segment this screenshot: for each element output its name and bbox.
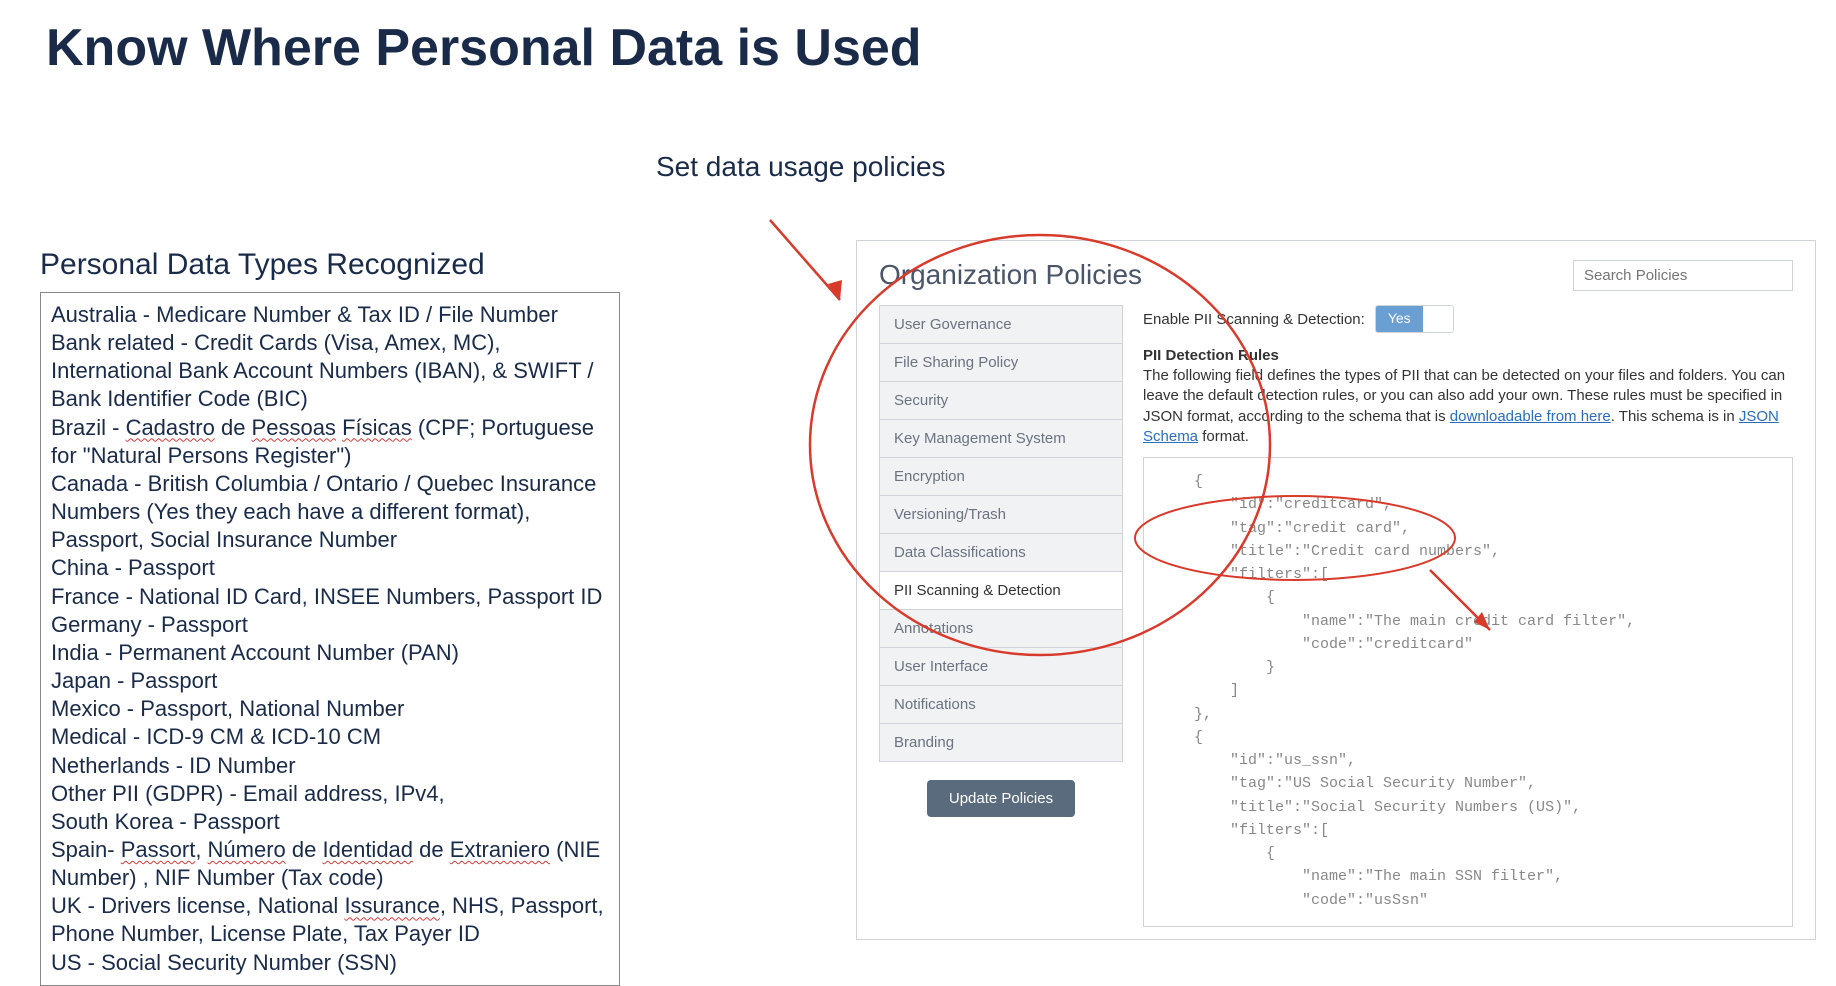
callout-policies: Set data usage policies [656, 150, 946, 184]
json-rules-textarea[interactable]: { "id":"creditcard", "tag":"credit card"… [1143, 457, 1793, 927]
data-type-item: Spain- Passort, Número de Identidad de E… [51, 836, 609, 892]
data-type-item: Brazil - Cadastro de Pessoas Físicas (CP… [51, 414, 609, 470]
enable-row: Enable PII Scanning & Detection: Yes [1143, 305, 1793, 333]
data-type-item: Japan - Passport [51, 667, 609, 695]
left-column: Personal Data Types Recognized Australia… [40, 248, 620, 986]
data-type-item: China - Passport [51, 554, 609, 582]
sidebar-item-data-classifications[interactable]: Data Classifications [879, 533, 1123, 571]
data-type-item: France - National ID Card, INSEE Numbers… [51, 583, 609, 611]
data-type-item: US - Social Security Number (SSN) [51, 949, 609, 977]
data-type-item: Other PII (GDPR) - Email address, IPv4, [51, 780, 609, 808]
panel-body: User GovernanceFile Sharing PolicySecuri… [879, 305, 1793, 927]
sidebar-item-user-governance[interactable]: User Governance [879, 305, 1123, 343]
panel-header: Organization Policies [879, 259, 1793, 291]
data-type-item: Bank related - Credit Cards (Visa, Amex,… [51, 329, 609, 413]
data-type-item: Australia - Medicare Number & Tax ID / F… [51, 301, 609, 329]
toggle-blank [1423, 306, 1453, 332]
sidebar-item-user-interface[interactable]: User Interface [879, 647, 1123, 685]
data-type-item: Germany - Passport [51, 611, 609, 639]
data-type-item: India - Permanent Account Number (PAN) [51, 639, 609, 667]
toggle-yes: Yes [1376, 306, 1423, 332]
sidebar-item-file-sharing-policy[interactable]: File Sharing Policy [879, 343, 1123, 381]
sidebar-item-pii-scanning-detection[interactable]: PII Scanning & Detection [879, 571, 1123, 609]
organization-policies-panel: Organization Policies User GovernanceFil… [856, 240, 1816, 940]
data-type-item: Medical - ICD-9 CM & ICD-10 CM [51, 723, 609, 751]
data-type-item: South Korea - Passport [51, 808, 609, 836]
schema-download-link[interactable]: downloadable from here [1450, 408, 1611, 425]
page-title: Know Where Personal Data is Used [46, 18, 922, 78]
sidebar-item-annotations[interactable]: Annotations [879, 609, 1123, 647]
data-type-item: Mexico - Passport, National Number [51, 695, 609, 723]
main-content: Enable PII Scanning & Detection: Yes PII… [1143, 305, 1793, 927]
sidebar-item-security[interactable]: Security [879, 381, 1123, 419]
rules-heading: PII Detection Rules [1143, 347, 1793, 364]
enable-toggle[interactable]: Yes [1375, 305, 1454, 333]
left-heading: Personal Data Types Recognized [40, 248, 620, 282]
sidebar: User GovernanceFile Sharing PolicySecuri… [879, 305, 1123, 762]
data-type-item: UK - Drivers license, National Issurance… [51, 892, 609, 948]
sidebar-item-versioning-trash[interactable]: Versioning/Trash [879, 495, 1123, 533]
sidebar-item-encryption[interactable]: Encryption [879, 457, 1123, 495]
data-types-list: Australia - Medicare Number & Tax ID / F… [40, 292, 620, 986]
data-type-item: Canada - British Columbia / Ontario / Qu… [51, 470, 609, 554]
data-type-item: Netherlands - ID Number [51, 752, 609, 780]
sidebar-item-branding[interactable]: Branding [879, 723, 1123, 762]
enable-label: Enable PII Scanning & Detection: [1143, 311, 1365, 328]
update-policies-button[interactable]: Update Policies [927, 780, 1075, 817]
panel-title: Organization Policies [879, 259, 1142, 291]
rules-description: The following field defines the types of… [1143, 366, 1793, 447]
sidebar-wrapper: User GovernanceFile Sharing PolicySecuri… [879, 305, 1123, 927]
sidebar-item-key-management-system[interactable]: Key Management System [879, 419, 1123, 457]
search-input[interactable] [1573, 260, 1793, 291]
sidebar-item-notifications[interactable]: Notifications [879, 685, 1123, 723]
rules-desc-post: format. [1198, 428, 1249, 445]
rules-desc-mid: . This schema is in [1611, 408, 1739, 425]
